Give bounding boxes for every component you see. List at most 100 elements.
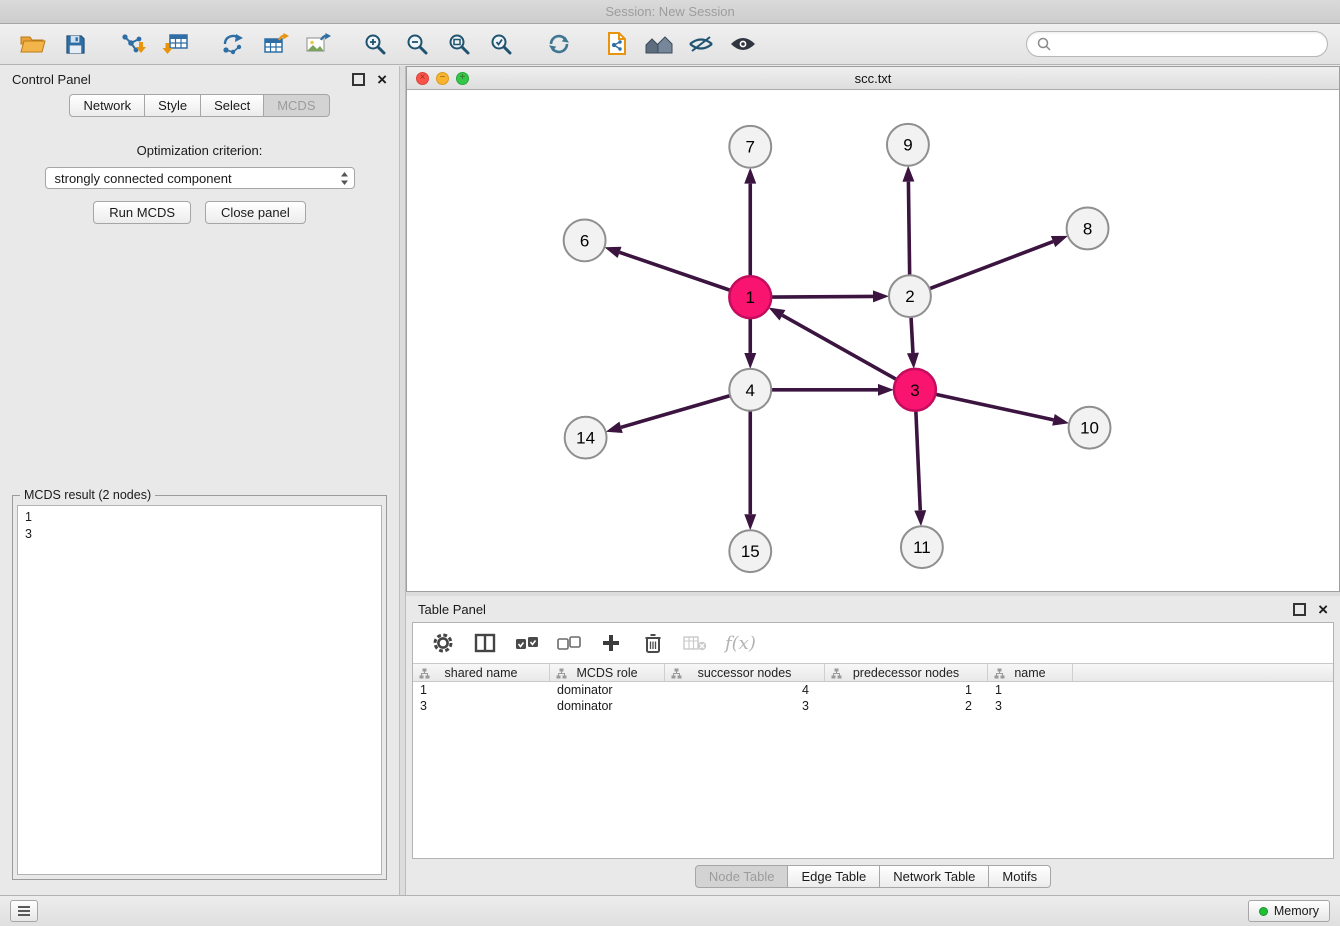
add-column-button[interactable] <box>595 627 627 659</box>
run-mcds-button[interactable]: Run MCDS <box>93 201 191 224</box>
zoom-out-button[interactable] <box>399 27 435 61</box>
control-tab-mcds[interactable]: MCDS <box>263 94 329 117</box>
graph-edge-3-11[interactable] <box>916 411 920 511</box>
zoom-fit-button[interactable] <box>441 27 477 61</box>
open-session-button[interactable] <box>15 27 51 61</box>
close-panel-icon[interactable]: × <box>377 71 387 88</box>
float-panel-icon[interactable] <box>352 73 365 86</box>
graph-node-6[interactable]: 6 <box>564 219 606 261</box>
column-header-shared-name[interactable]: shared name <box>413 664 550 681</box>
graph-node-3[interactable]: 3 <box>894 369 936 411</box>
duplicate-network-button[interactable] <box>599 27 635 61</box>
zoom-selected-icon <box>489 32 513 56</box>
svg-text:15: 15 <box>741 542 760 561</box>
export-table-button[interactable] <box>257 27 293 61</box>
import-table-button[interactable] <box>157 27 193 61</box>
table-tab-node-table[interactable]: Node Table <box>695 865 789 888</box>
export-image-button[interactable] <box>299 27 335 61</box>
svg-text:7: 7 <box>746 138 755 157</box>
graph-node-4[interactable]: 4 <box>729 369 771 411</box>
table-row[interactable]: 3dominator323 <box>413 698 1333 714</box>
network-home-button[interactable] <box>641 27 677 61</box>
zoom-in-button[interactable] <box>357 27 393 61</box>
graph-edge-1-2[interactable] <box>771 296 873 297</box>
svg-text:10: 10 <box>1080 419 1099 438</box>
delete-column-button[interactable] <box>637 627 669 659</box>
network-window-title: scc.txt <box>855 71 892 86</box>
memory-label: Memory <box>1274 904 1319 918</box>
export-network-button[interactable] <box>215 27 251 61</box>
network-graph-canvas[interactable]: 7 9 6 8 1 2 4 3 14 10 15 11 <box>407 89 1339 591</box>
table-row[interactable]: 1dominator411 <box>413 682 1333 698</box>
control-panel-tabs: NetworkStyleSelectMCDS <box>0 94 399 117</box>
cell-predecessor-nodes: 2 <box>825 699 988 713</box>
select-all-button[interactable] <box>511 627 543 659</box>
combo-arrows-icon <box>340 171 349 186</box>
control-tab-style[interactable]: Style <box>144 94 201 117</box>
graph-edge-3-1[interactable] <box>782 315 896 379</box>
refresh-view-button[interactable] <box>541 27 577 61</box>
maximize-window-icon[interactable]: + <box>456 72 469 85</box>
search-input[interactable] <box>1057 36 1317 53</box>
graph-edge-3-10[interactable] <box>935 394 1053 420</box>
search-box <box>1026 31 1328 57</box>
open-folder-icon <box>19 32 47 56</box>
column-header-predecessor-nodes[interactable]: predecessor nodes <box>825 664 988 681</box>
hierarchy-icon <box>671 668 682 679</box>
graph-node-11[interactable]: 11 <box>901 526 943 568</box>
zoom-selected-button[interactable] <box>483 27 519 61</box>
graph-node-2[interactable]: 2 <box>889 275 931 317</box>
column-header-name[interactable]: name <box>988 664 1073 681</box>
table-tab-edge-table[interactable]: Edge Table <box>787 865 880 888</box>
cell-shared-name: 3 <box>413 699 550 713</box>
column-header-MCDS-role[interactable]: MCDS role <box>550 664 665 681</box>
float-table-panel-icon[interactable] <box>1293 603 1306 616</box>
graph-edge-4-14[interactable] <box>621 396 730 428</box>
import-network-button[interactable] <box>115 27 151 61</box>
table-tab-motifs[interactable]: Motifs <box>988 865 1051 888</box>
graph-edge-1-6[interactable] <box>620 252 731 290</box>
memory-button[interactable]: Memory <box>1248 900 1330 922</box>
close-mcds-button[interactable]: Close panel <box>205 201 306 224</box>
graph-node-8[interactable]: 8 <box>1067 208 1109 250</box>
graph-node-15[interactable]: 15 <box>729 530 771 572</box>
mcds-result-group: MCDS result (2 nodes) 1 3 <box>12 495 387 880</box>
task-history-button[interactable] <box>10 900 38 922</box>
toggle-columns-button[interactable] <box>469 627 501 659</box>
graph-node-10[interactable]: 10 <box>1069 407 1111 449</box>
application-window: Session: New Session <box>0 0 1340 926</box>
mcds-result-list[interactable]: 1 3 <box>17 505 382 875</box>
control-tab-select[interactable]: Select <box>200 94 264 117</box>
graph-edge-2-9[interactable] <box>908 182 909 276</box>
import-network-icon <box>120 32 147 56</box>
cell-successor-nodes: 3 <box>665 699 825 713</box>
save-session-button[interactable] <box>57 27 93 61</box>
table-settings-button[interactable] <box>427 627 459 659</box>
deselect-all-button[interactable] <box>553 627 585 659</box>
graph-node-1[interactable]: 1 <box>729 276 771 318</box>
criterion-select[interactable]: strongly connected component <box>45 167 355 189</box>
graph-edge-2-8[interactable] <box>929 242 1053 289</box>
export-table-icon <box>262 32 289 56</box>
show-view-button[interactable] <box>725 27 761 61</box>
graph-node-14[interactable]: 14 <box>565 417 607 459</box>
zoom-fit-icon <box>447 32 471 56</box>
graph-node-7[interactable]: 7 <box>729 126 771 168</box>
close-window-icon[interactable]: × <box>416 72 429 85</box>
cell-MCDS-role: dominator <box>550 699 665 713</box>
table-panel-header: Table Panel × <box>406 596 1340 622</box>
table-tab-network-table[interactable]: Network Table <box>879 865 989 888</box>
minimize-window-icon[interactable]: − <box>436 72 449 85</box>
close-table-panel-icon[interactable]: × <box>1318 601 1328 618</box>
svg-text:8: 8 <box>1083 219 1092 238</box>
column-header-successor-nodes[interactable]: successor nodes <box>665 664 825 681</box>
hierarchy-icon <box>994 668 1005 679</box>
graph-node-9[interactable]: 9 <box>887 124 929 166</box>
control-tab-network[interactable]: Network <box>69 94 145 117</box>
svg-text:4: 4 <box>746 381 755 400</box>
eye-slash-icon <box>688 35 714 53</box>
graph-edge-2-3[interactable] <box>911 317 913 353</box>
list-icon <box>17 905 31 917</box>
trash-icon <box>643 632 663 654</box>
hide-details-button[interactable] <box>683 27 719 61</box>
